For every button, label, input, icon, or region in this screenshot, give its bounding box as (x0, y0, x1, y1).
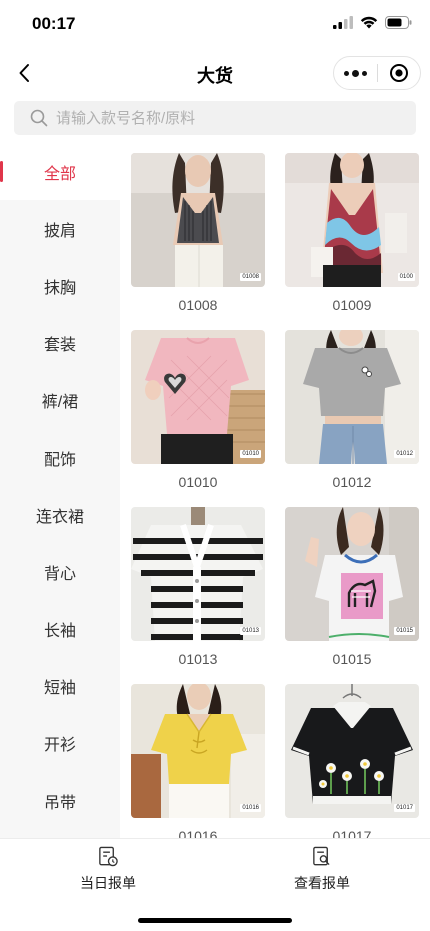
category-item-all[interactable]: 全部 (0, 143, 120, 201)
category-item-long-sleeve[interactable]: 长袖 (0, 601, 120, 658)
status-icons (333, 16, 412, 29)
category-label: 抹胸 (43, 279, 76, 297)
product-card[interactable]: 01012 01012 (285, 330, 419, 490)
product-image: 01010 (131, 330, 265, 464)
product-tag: 01008 (240, 273, 261, 281)
search-icon (30, 109, 48, 127)
product-image: 01017 (285, 684, 419, 818)
category-label: 全部 (43, 165, 76, 183)
status-time: 00:17 (32, 14, 76, 33)
view-report-button[interactable]: 查看报单 (267, 845, 377, 893)
category-sidebar: 全部 披肩 抹胸 套装 裤/裙 配饰 连衣裙 背心 长袖 短袖 开衫 吊带 (0, 143, 120, 838)
product-tag: 01012 (394, 450, 415, 458)
product-card[interactable]: 01008 01008 (131, 153, 265, 313)
product-card[interactable]: 01013 01013 (131, 507, 265, 667)
tab-label: 查看报单 (294, 875, 350, 891)
navigation-bar: 大货 (0, 50, 430, 96)
product-image: 01013 (131, 507, 265, 641)
category-item-cardigan[interactable]: 开衫 (0, 715, 120, 772)
product-grid: 01008 01008 0100 01009 01010 01010 01012… (120, 143, 430, 838)
category-item-tube-top[interactable]: 抹胸 (0, 257, 120, 314)
product-image: 0100 (285, 153, 419, 287)
category-label: 吊带 (43, 794, 76, 812)
product-code: 01017 (332, 828, 372, 838)
mini-program-capsule (333, 56, 421, 90)
category-item-camisole[interactable]: 吊带 (0, 772, 120, 829)
signal-icon (333, 16, 353, 29)
category-label: 套装 (43, 337, 76, 355)
close-button[interactable] (378, 56, 420, 90)
category-item-accessories[interactable]: 配饰 (0, 429, 120, 486)
tab-label: 当日报单 (80, 875, 136, 891)
product-code: 01015 (332, 651, 372, 667)
product-tag: 01015 (394, 627, 415, 635)
category-label: 裤/裙 (41, 394, 79, 412)
product-tag: 01016 (240, 804, 261, 812)
product-tag: 01010 (240, 450, 261, 458)
category-label: 配饰 (43, 451, 76, 469)
search-input[interactable] (56, 109, 396, 127)
category-label: 开衫 (43, 737, 76, 755)
category-label: 长袖 (43, 623, 76, 641)
more-dots-icon (344, 70, 349, 76)
wifi-icon (360, 16, 378, 29)
product-image: 01015 (285, 507, 419, 641)
product-card[interactable]: 01016 01016 (131, 684, 265, 838)
category-item-vest[interactable]: 背心 (0, 543, 120, 600)
category-label: 背心 (43, 565, 76, 583)
category-item-shawl[interactable]: 披肩 (0, 200, 120, 257)
product-code: 01013 (178, 651, 218, 667)
category-label: 披肩 (43, 222, 76, 240)
status-bar: 00:17 (0, 0, 430, 50)
product-code: 01010 (178, 474, 218, 490)
category-label: 连衣裙 (35, 508, 84, 526)
product-card[interactable]: 0100 01009 (285, 153, 419, 313)
product-card[interactable]: 01017 01017 (285, 684, 419, 838)
product-card[interactable]: 01010 01010 (131, 330, 265, 490)
product-code: 01008 (178, 297, 218, 313)
category-item-pants-skirt[interactable]: 裤/裙 (0, 372, 120, 429)
product-code: 01009 (332, 297, 372, 313)
daily-report-icon (99, 846, 118, 867)
product-tag: 01013 (240, 627, 261, 635)
more-button[interactable] (334, 56, 377, 90)
product-code: 01012 (332, 474, 372, 490)
home-indicator (138, 918, 292, 923)
category-item-short-sleeve[interactable]: 短袖 (0, 658, 120, 715)
battery-icon (385, 16, 412, 29)
product-image: 01012 (285, 330, 419, 464)
bottom-tab-bar: 当日报单 查看报单 (0, 838, 430, 931)
daily-report-button[interactable]: 当日报单 (53, 845, 163, 893)
product-code: 01016 (178, 828, 218, 838)
product-tag: 01017 (394, 804, 415, 812)
product-tag: 0100 (397, 273, 415, 281)
category-item-set[interactable]: 套装 (0, 315, 120, 372)
search-bar (14, 101, 416, 135)
view-report-icon (313, 846, 330, 866)
product-card[interactable]: 01015 01015 (285, 507, 419, 667)
category-item-dress[interactable]: 连衣裙 (0, 486, 120, 543)
product-image: 01008 (131, 153, 265, 287)
category-label: 短袖 (43, 680, 76, 698)
target-close-icon (389, 64, 408, 82)
product-image: 01016 (131, 684, 265, 818)
